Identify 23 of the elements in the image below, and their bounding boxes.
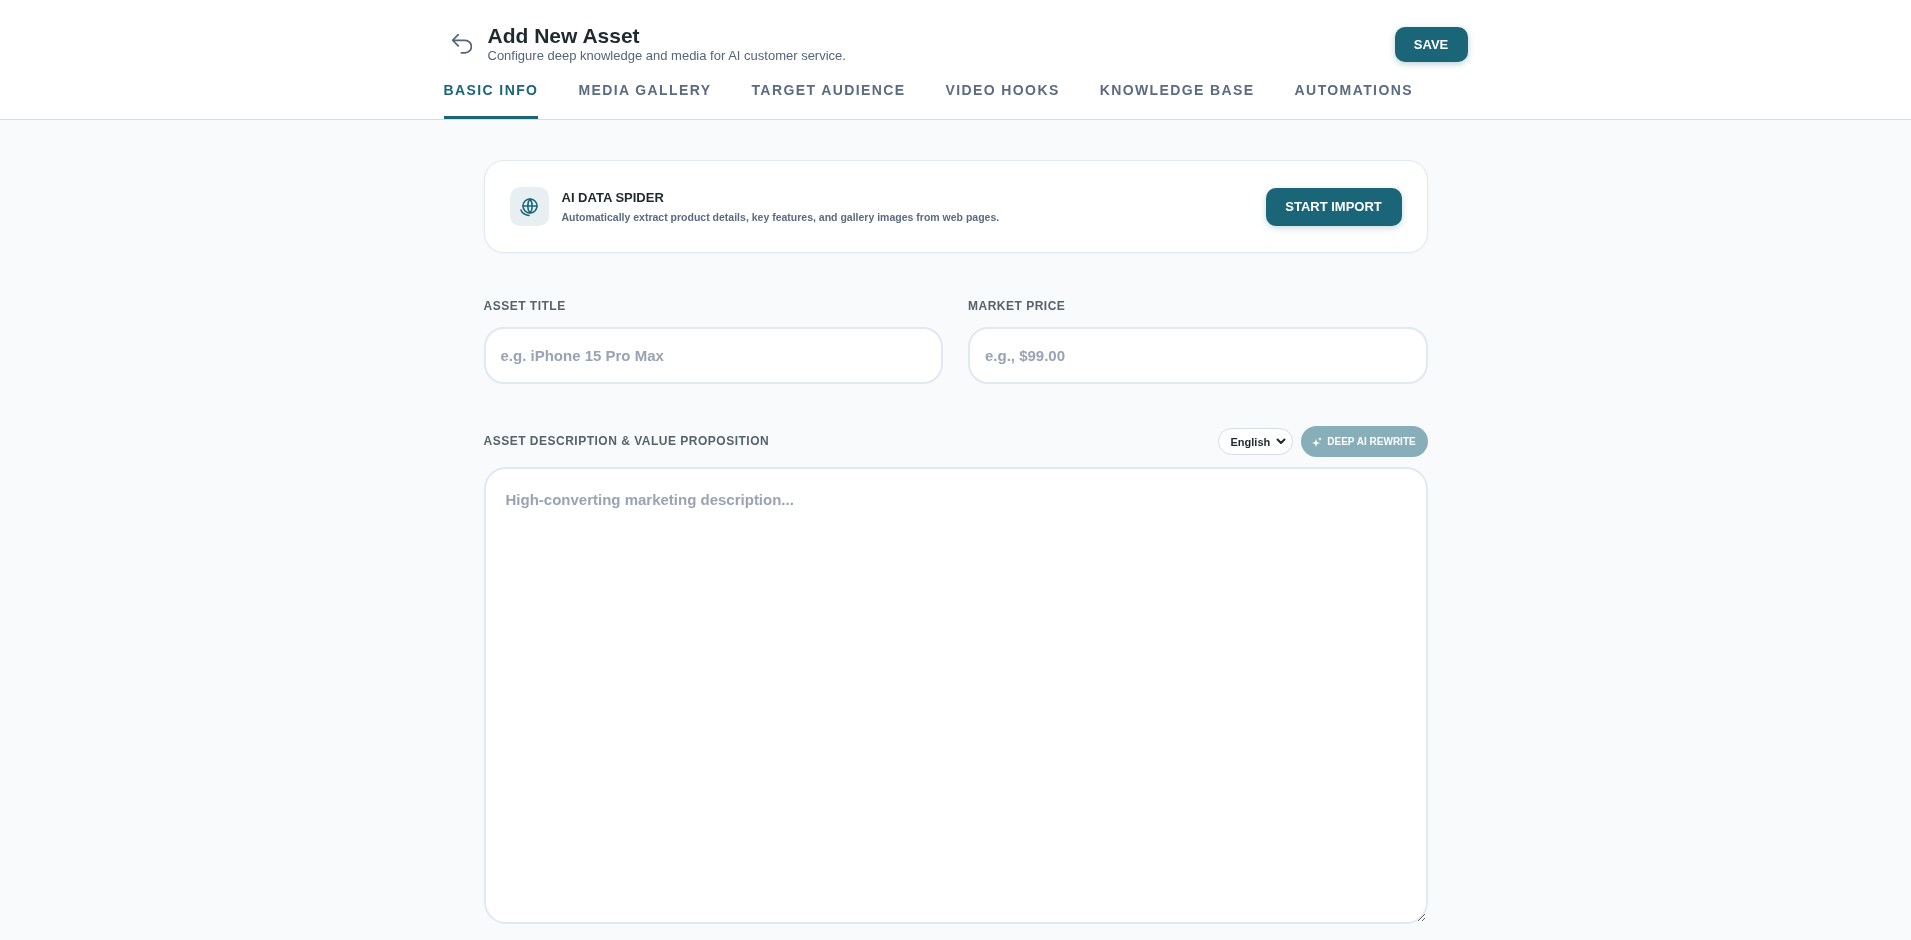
- field-label: ASSET TITLE: [483, 299, 566, 314]
- field-label: MARKET PRICE: [968, 299, 1066, 314]
- globe-icon: [509, 187, 549, 226]
- page-subtitle: Configure deep knowledge and media for AI customer service.: [487, 48, 846, 64]
- sparkle-icon: [1312, 436, 1323, 447]
- chevron-down-icon: [1275, 438, 1286, 445]
- card-title: AI DATA SPIDER: [561, 190, 664, 205]
- tab[interactable]: TARGET AUDIENCE: [751, 74, 906, 119]
- card-description: Automatically extract product details, key features, and gallery images from web pages.: [561, 211, 1000, 223]
- tab[interactable]: MEDIA GALLERY: [578, 74, 712, 119]
- tab[interactable]: AUTOMATIONS: [1294, 74, 1413, 119]
- input-field[interactable]: e.g. iPhone 15 Pro Max: [483, 327, 943, 384]
- save-button[interactable]: SAVE: [1394, 26, 1468, 62]
- tab[interactable]: VIDEO HOOKS: [945, 74, 1060, 119]
- back-arrow-icon[interactable]: [451, 34, 472, 54]
- field-label: ASSET DESCRIPTION & VALUE PROPOSITION: [483, 434, 770, 449]
- input-field[interactable]: e.g., $99.00: [968, 327, 1428, 384]
- tab[interactable]: BASIC INFO: [443, 74, 539, 119]
- tab[interactable]: KNOWLEDGE BASE: [1099, 74, 1255, 119]
- language-select[interactable]: English: [1217, 428, 1293, 455]
- start-import-button[interactable]: START IMPORT: [1265, 187, 1402, 226]
- page-title: Add New Asset: [487, 24, 640, 48]
- description-textarea[interactable]: High-converting marketing description...: [483, 467, 1428, 924]
